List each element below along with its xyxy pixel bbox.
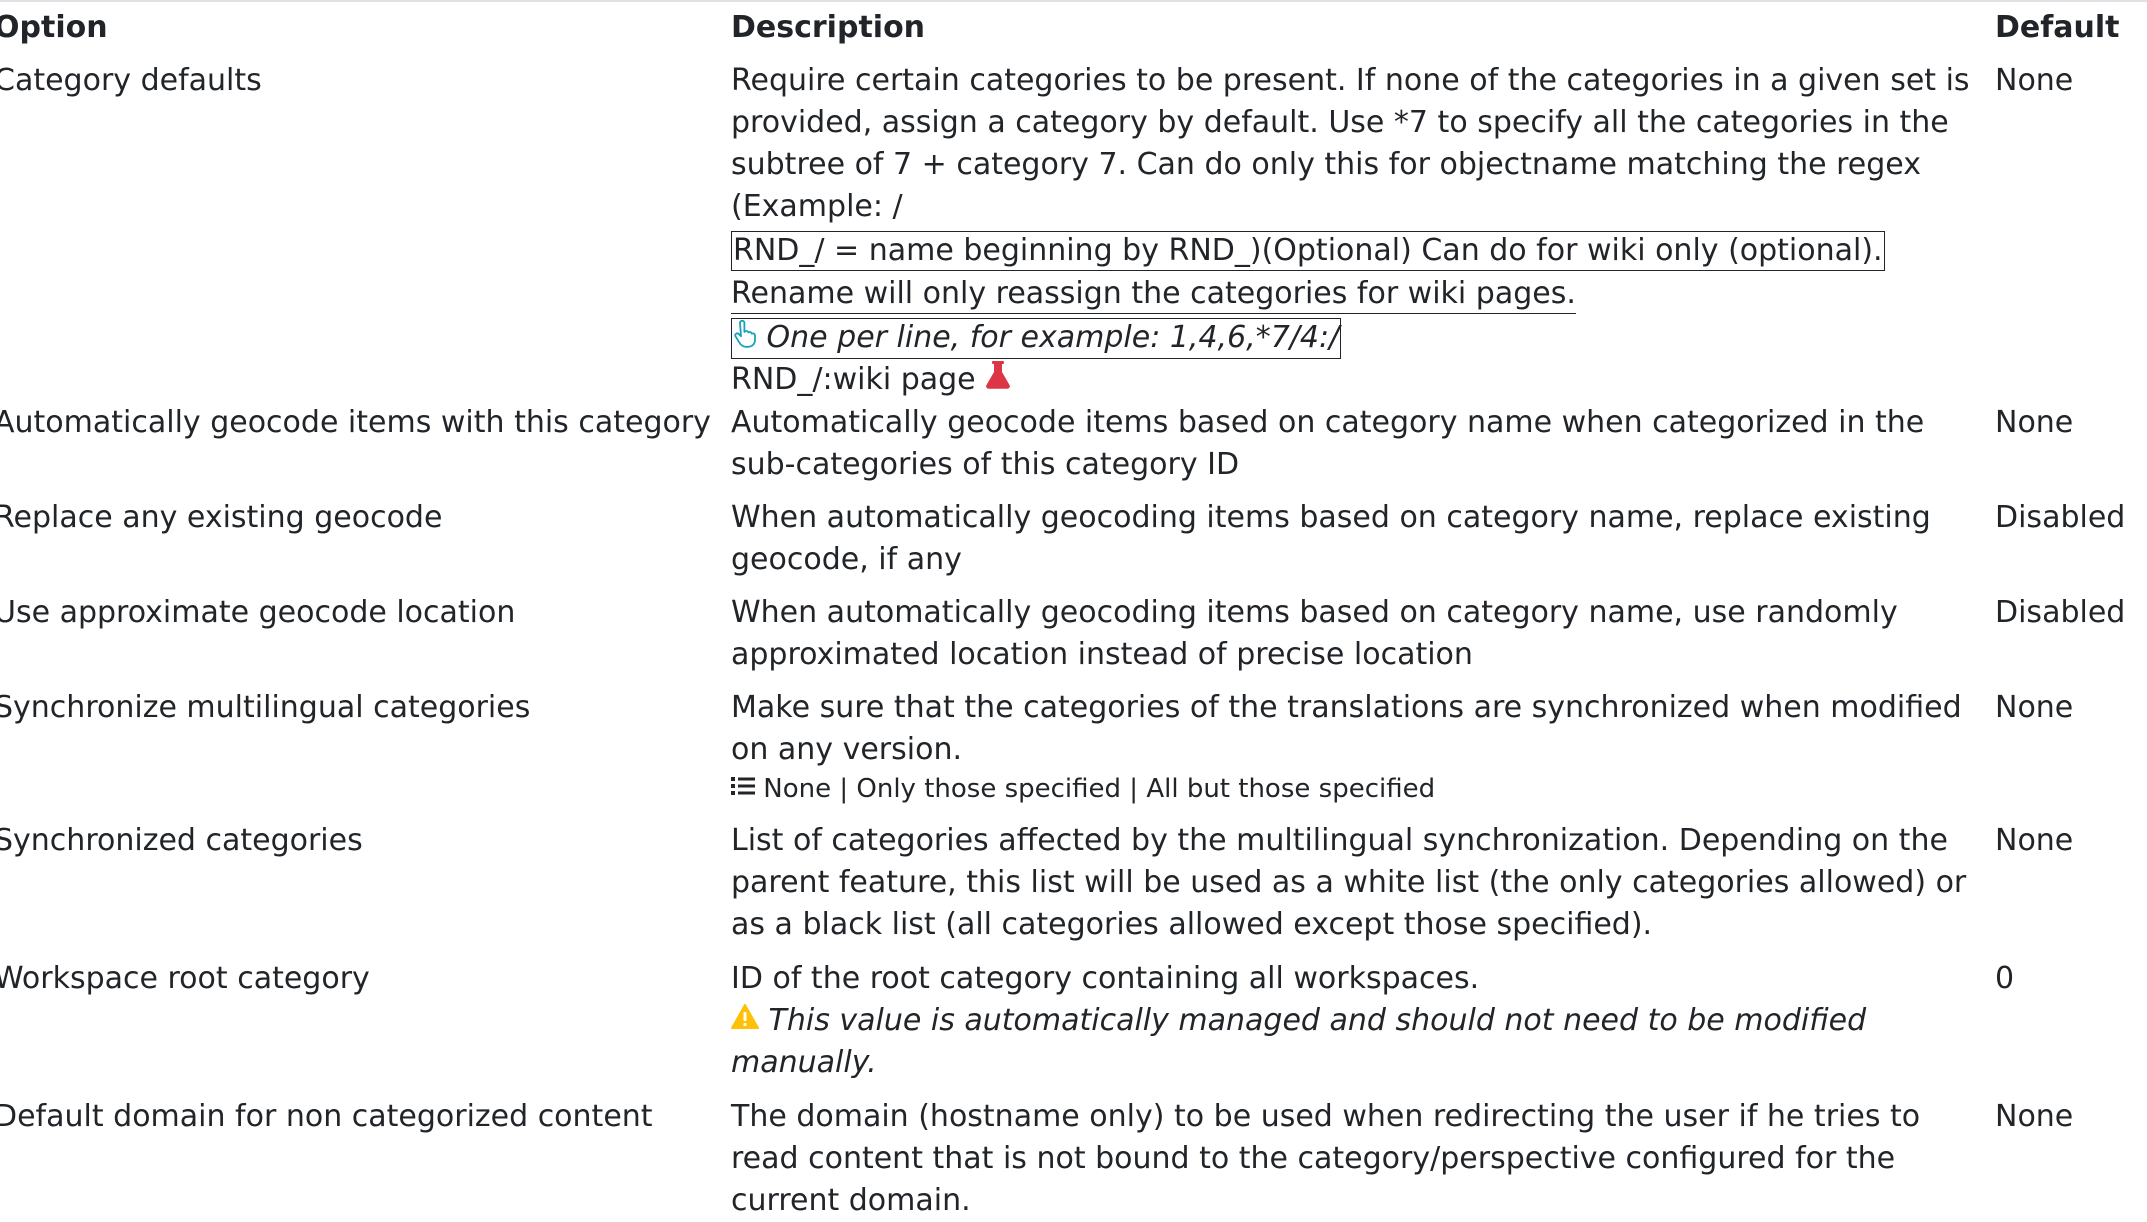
option-description: When automatically geocoding items based… (731, 592, 1995, 687)
option-default: 0 (1995, 960, 2015, 996)
option-description: List of categories affected by the multi… (731, 820, 1995, 958)
hint-box: One per line, for example: 1,4,6,*7/4:/ (731, 318, 1342, 359)
table-row: Synchronize multilingual categories Make… (0, 687, 2147, 820)
warning-text: This value is automatically managed and … (768, 1002, 1867, 1038)
description-line: List of categories affected by the multi… (731, 822, 1948, 858)
option-name: Synchronized categories (0, 822, 363, 858)
option-name: Automatically geocode items with this ca… (0, 404, 711, 440)
option-default: None (1995, 63, 2074, 98)
description-line: subtree of 7 + category 7. Can do only t… (731, 147, 1921, 182)
header-default: Default (1995, 10, 2120, 45)
description-line: ID of the root category containing all w… (731, 960, 1480, 996)
description-line: parent feature, this list will be used a… (731, 864, 1967, 900)
option-default: None (1995, 689, 2074, 725)
pointing-hand-icon (733, 319, 757, 358)
description-line: When automatically geocoding items based… (731, 499, 1931, 535)
description-line: as a black list (all categories allowed … (731, 906, 1653, 942)
description-line: When automatically geocoding items based… (731, 594, 1898, 630)
option-description: Make sure that the categories of the tra… (731, 687, 1995, 820)
description-line: current domain. (731, 1182, 971, 1218)
warning-text: manually. (731, 1045, 877, 1080)
warning-note: This value is automatically managed and … (731, 1000, 1995, 1043)
hint-text: One per line, for example: 1,4,6,*7/4:/ (766, 320, 1340, 355)
option-description: ID of the root category containing all w… (731, 958, 1995, 1096)
option-name: Replace any existing geocode (0, 499, 443, 535)
description-line: on any version. (731, 731, 963, 767)
option-default: None (1995, 404, 2074, 440)
allowed-values-text: None | Only those specified | All but th… (763, 773, 1436, 804)
description-line: geocode, if any (731, 541, 962, 577)
option-name: Default domain for non categorized conte… (0, 1098, 653, 1134)
table-row: Synchronized categories List of categori… (0, 820, 2147, 958)
description-line: approximated location instead of precise… (731, 636, 1473, 672)
option-name: Workspace root category (0, 960, 370, 996)
option-description: The domain (hostname only) to be used wh… (731, 1096, 1995, 1222)
top-border (0, 0, 2147, 2)
header-option: Option (0, 10, 108, 45)
table-row: Category defaults Require certain catego… (0, 52, 2147, 402)
warning-icon (731, 1000, 759, 1042)
option-description: Automatically geocode items based on cat… (731, 402, 1995, 497)
description-line: read content that is not bound to the ca… (731, 1140, 1896, 1176)
option-name: Use approximate geocode location (0, 594, 516, 630)
description-line: (Example: / (731, 189, 903, 224)
option-description: When automatically geocoding items based… (731, 497, 1995, 592)
description-line: RND_/:wiki page (731, 362, 976, 397)
option-default: Disabled (1995, 594, 2126, 630)
rename-note: Rename will only reassign the categories… (731, 275, 1576, 314)
preferences-table: Option Description Default Category defa… (0, 6, 2147, 1222)
table-row: Replace any existing geocode When automa… (0, 497, 2147, 592)
description-line: Make sure that the categories of the tra… (731, 689, 1962, 725)
description-line: Automatically geocode items based on cat… (731, 404, 1925, 440)
option-name: Synchronize multilingual categories (0, 689, 531, 725)
description-line: sub-categories of this category ID (731, 446, 1240, 482)
list-icon (731, 771, 755, 807)
option-default: None (1995, 1098, 2074, 1134)
description-line: provided, assign a category by default. … (731, 105, 1949, 140)
table-row: Use approximate geocode location When au… (0, 592, 2147, 687)
option-name: Category defaults (0, 63, 262, 98)
option-default: None (1995, 822, 2074, 858)
table-row: Automatically geocode items with this ca… (0, 402, 2147, 497)
flask-icon (985, 360, 1011, 402)
description-line: The domain (hostname only) to be used wh… (731, 1098, 1921, 1134)
option-default: Disabled (1995, 499, 2126, 535)
header-description: Description (731, 10, 926, 45)
description-line: Require certain categories to be present… (731, 63, 1970, 98)
regex-example-box: RND_/ = name beginning by RND_)(Optional… (731, 231, 1885, 271)
table-row: Default domain for non categorized conte… (0, 1096, 2147, 1222)
table-row: Workspace root category ID of the root c… (0, 958, 2147, 1096)
allowed-values: None | Only those specified | All but th… (731, 771, 1995, 808)
option-description: Require certain categories to be present… (731, 52, 1995, 402)
table-header-row: Option Description Default (0, 6, 2147, 52)
